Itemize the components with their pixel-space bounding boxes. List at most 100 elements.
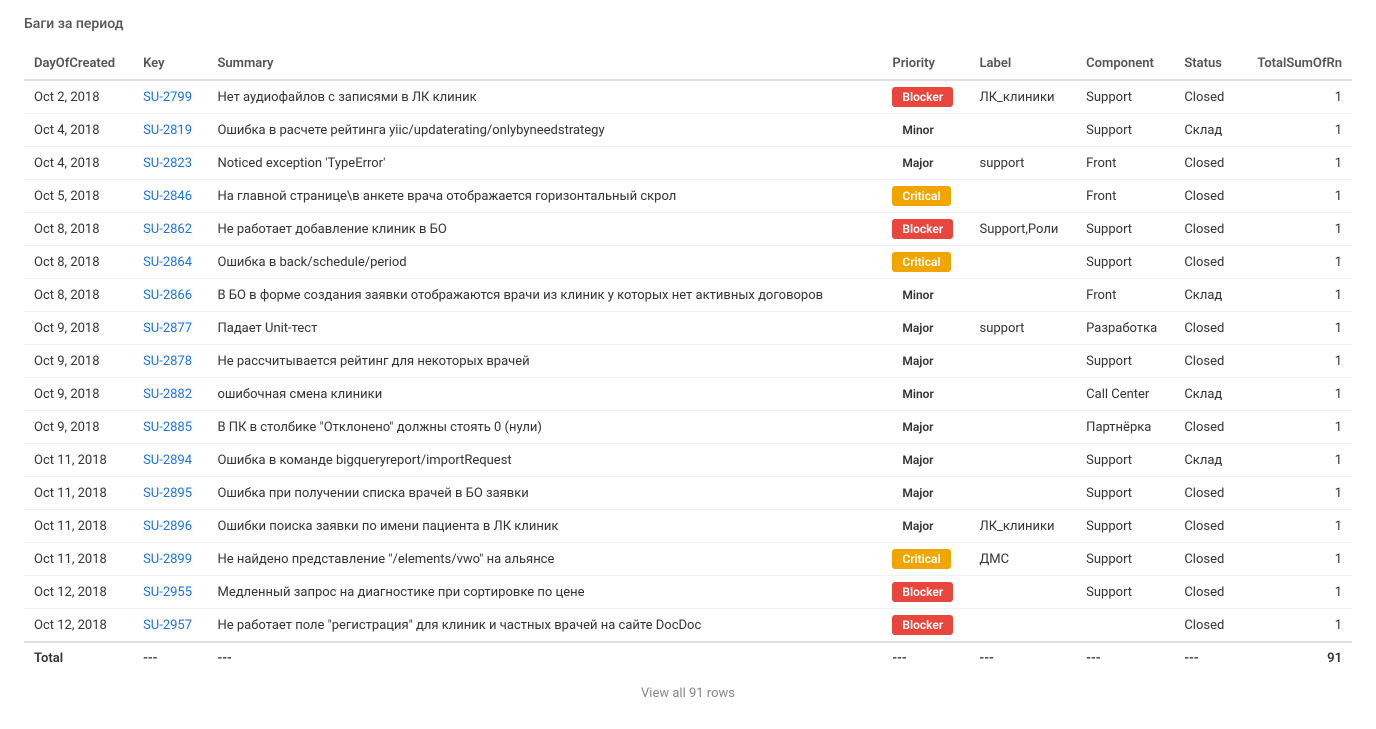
- table-row: Oct 11, 2018 SU-2895 Ошибка при получени…: [24, 477, 1352, 510]
- cell-priority: Critical: [882, 543, 969, 576]
- cell-priority: Critical: [882, 246, 969, 279]
- cell-priority: Critical: [882, 180, 969, 213]
- cell-summary: Нет аудиофайлов с записями в ЛК клиник: [207, 80, 882, 114]
- footer-component: ---: [1076, 642, 1174, 674]
- cell-day: Oct 11, 2018: [24, 543, 133, 576]
- cell-component: Разработка: [1076, 312, 1174, 345]
- cell-component: Support: [1076, 246, 1174, 279]
- cell-day: Oct 11, 2018: [24, 444, 133, 477]
- section-title: Баги за период: [24, 16, 1352, 32]
- cell-component: Support: [1076, 345, 1174, 378]
- cell-key: SU-2885: [133, 411, 207, 444]
- cell-day: Oct 8, 2018: [24, 279, 133, 312]
- cell-key: SU-2862: [133, 213, 207, 246]
- cell-day: Oct 11, 2018: [24, 477, 133, 510]
- cell-day: Oct 12, 2018: [24, 609, 133, 643]
- table-row: Oct 11, 2018 SU-2899 Не найдено представ…: [24, 543, 1352, 576]
- priority-badge: Blocker: [892, 582, 953, 602]
- priority-text: Major: [892, 318, 943, 338]
- cell-day: Oct 9, 2018: [24, 345, 133, 378]
- cell-label: [970, 576, 1077, 609]
- cell-status: Closed: [1174, 246, 1239, 279]
- priority-badge: Blocker: [892, 615, 953, 635]
- cell-priority: Blocker: [882, 576, 969, 609]
- cell-component: Партнёрка: [1076, 411, 1174, 444]
- cell-key: SU-2823: [133, 147, 207, 180]
- cell-status: Closed: [1174, 180, 1239, 213]
- cell-day: Oct 4, 2018: [24, 114, 133, 147]
- table-row: Oct 8, 2018 SU-2866 В БО в форме создани…: [24, 279, 1352, 312]
- col-day: DayOfCreated: [24, 48, 133, 80]
- cell-label: [970, 378, 1077, 411]
- cell-label: [970, 411, 1077, 444]
- cell-summary: Медленный запрос на диагностике при сорт…: [207, 576, 882, 609]
- priority-badge: Critical: [892, 186, 950, 206]
- cell-status: Closed: [1174, 576, 1239, 609]
- cell-key: SU-2878: [133, 345, 207, 378]
- cell-status: Closed: [1174, 510, 1239, 543]
- cell-total: 1: [1239, 444, 1352, 477]
- cell-status: Склад: [1174, 114, 1239, 147]
- cell-status: Closed: [1174, 147, 1239, 180]
- cell-status: Closed: [1174, 543, 1239, 576]
- cell-summary: Ошибки поиска заявки по имени пациента в…: [207, 510, 882, 543]
- cell-component: Support: [1076, 444, 1174, 477]
- table-body: Oct 2, 2018 SU-2799 Нет аудиофайлов с за…: [24, 80, 1352, 642]
- cell-priority: Major: [882, 411, 969, 444]
- priority-text: Major: [892, 417, 943, 437]
- cell-component: [1076, 609, 1174, 643]
- cell-label: ЛК_клиники: [970, 510, 1077, 543]
- cell-day: Oct 8, 2018: [24, 246, 133, 279]
- footer-key: ---: [133, 642, 207, 674]
- cell-label: support: [970, 147, 1077, 180]
- cell-total: 1: [1239, 543, 1352, 576]
- cell-summary: В БО в форме создания заявки отображаютс…: [207, 279, 882, 312]
- priority-text: Minor: [892, 120, 943, 140]
- table-row: Oct 12, 2018 SU-2955 Медленный запрос на…: [24, 576, 1352, 609]
- table-row: Oct 9, 2018 SU-2882 ошибочная смена клин…: [24, 378, 1352, 411]
- cell-label: [970, 114, 1077, 147]
- cell-status: Склад: [1174, 279, 1239, 312]
- col-status: Status: [1174, 48, 1239, 80]
- cell-key: SU-2799: [133, 80, 207, 114]
- cell-label: ДМС: [970, 543, 1077, 576]
- cell-component: Front: [1076, 279, 1174, 312]
- table-row: Oct 4, 2018 SU-2819 Ошибка в расчете рей…: [24, 114, 1352, 147]
- cell-label: [970, 345, 1077, 378]
- priority-badge: Critical: [892, 549, 950, 569]
- table-row: Oct 8, 2018 SU-2864 Ошибка в back/schedu…: [24, 246, 1352, 279]
- cell-summary: Падает Unit-тест: [207, 312, 882, 345]
- footer-day: Total: [24, 642, 133, 674]
- priority-text: Major: [892, 450, 943, 470]
- cell-total: 1: [1239, 147, 1352, 180]
- footer-label: ---: [970, 642, 1077, 674]
- cell-priority: Blocker: [882, 609, 969, 643]
- cell-label: [970, 180, 1077, 213]
- cell-priority: Major: [882, 312, 969, 345]
- priority-badge: Blocker: [892, 219, 953, 239]
- cell-total: 1: [1239, 246, 1352, 279]
- cell-status: Closed: [1174, 80, 1239, 114]
- cell-status: Closed: [1174, 312, 1239, 345]
- col-key: Key: [133, 48, 207, 80]
- cell-component: Support: [1076, 543, 1174, 576]
- cell-status: Closed: [1174, 213, 1239, 246]
- table-row: Oct 2, 2018 SU-2799 Нет аудиофайлов с за…: [24, 80, 1352, 114]
- table-row: Oct 9, 2018 SU-2885 В ПК в столбике "Отк…: [24, 411, 1352, 444]
- cell-component: Support: [1076, 213, 1174, 246]
- cell-priority: Major: [882, 444, 969, 477]
- cell-summary: Ошибка в back/schedule/period: [207, 246, 882, 279]
- cell-day: Oct 9, 2018: [24, 411, 133, 444]
- cell-label: support: [970, 312, 1077, 345]
- cell-summary: Не работает поле "регистрация" для клини…: [207, 609, 882, 643]
- cell-key: SU-2957: [133, 609, 207, 643]
- cell-summary: ошибочная смена клиники: [207, 378, 882, 411]
- cell-total: 1: [1239, 378, 1352, 411]
- cell-priority: Major: [882, 147, 969, 180]
- table-row: Oct 12, 2018 SU-2957 Не работает поле "р…: [24, 609, 1352, 643]
- cell-total: 1: [1239, 477, 1352, 510]
- cell-total: 1: [1239, 345, 1352, 378]
- cell-summary: В ПК в столбике "Отклонено" должны стоят…: [207, 411, 882, 444]
- cell-summary: Ошибка при получении списка врачей в БО …: [207, 477, 882, 510]
- cell-day: Oct 12, 2018: [24, 576, 133, 609]
